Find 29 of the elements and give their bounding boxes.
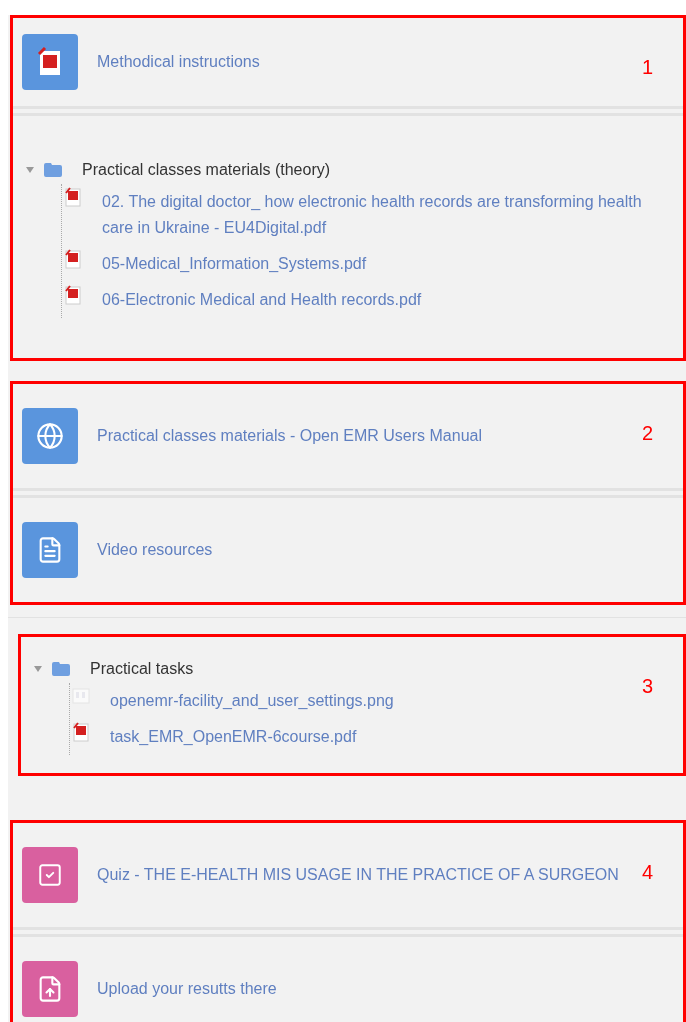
globe-icon[interactable] <box>22 408 78 464</box>
activity-link[interactable]: Methodical instructions <box>97 50 260 74</box>
checkbox-icon[interactable] <box>22 847 78 903</box>
pdf-file-icon[interactable] <box>22 34 78 90</box>
activity-link[interactable]: Practical classes materials - Open EMR Users Manual <box>97 424 482 448</box>
file-link[interactable]: task_EMR_OpenEMR-6course.pdf <box>110 724 357 750</box>
expand-arrow-icon[interactable] <box>26 166 34 174</box>
file-link[interactable]: 06-Electronic Medical and Health records.pdf <box>102 287 422 313</box>
activity-link[interactable]: Video resources <box>97 538 213 562</box>
folder-icon <box>44 163 62 177</box>
annotation-number: 4 <box>641 860 653 885</box>
file-link[interactable]: 02. The digital doctor_ how electronic health records are transforming health care in Ukraine - EU4Digital.pdf <box>102 189 675 241</box>
folder-title[interactable]: Practical tasks <box>90 657 194 681</box>
activity-link[interactable]: Upload your resutts there <box>97 977 277 1001</box>
annotation-number: 1 <box>641 55 653 80</box>
activity-link[interactable]: Quiz - THE E-HEALTH MIS USAGE IN THE PRACTICE OF A SURGEON <box>97 863 619 887</box>
file-upload-icon[interactable] <box>22 961 78 1017</box>
folder-title[interactable]: Practical classes materials (theory) <box>82 158 331 182</box>
pdf-file-icon <box>64 187 82 207</box>
document-icon[interactable] <box>22 522 78 578</box>
annotation-number: 3 <box>641 674 653 699</box>
expand-arrow-icon[interactable] <box>34 665 42 673</box>
file-link[interactable]: openemr-facility_and_user_settings.png <box>110 688 394 714</box>
pdf-file-icon <box>72 722 90 742</box>
annotation-number: 2 <box>641 421 653 446</box>
file-link[interactable]: 05-Medical_Information_Systems.pdf <box>102 251 367 277</box>
pdf-file-icon <box>64 285 82 305</box>
folder-icon <box>52 662 70 676</box>
pdf-file-icon <box>64 249 82 269</box>
